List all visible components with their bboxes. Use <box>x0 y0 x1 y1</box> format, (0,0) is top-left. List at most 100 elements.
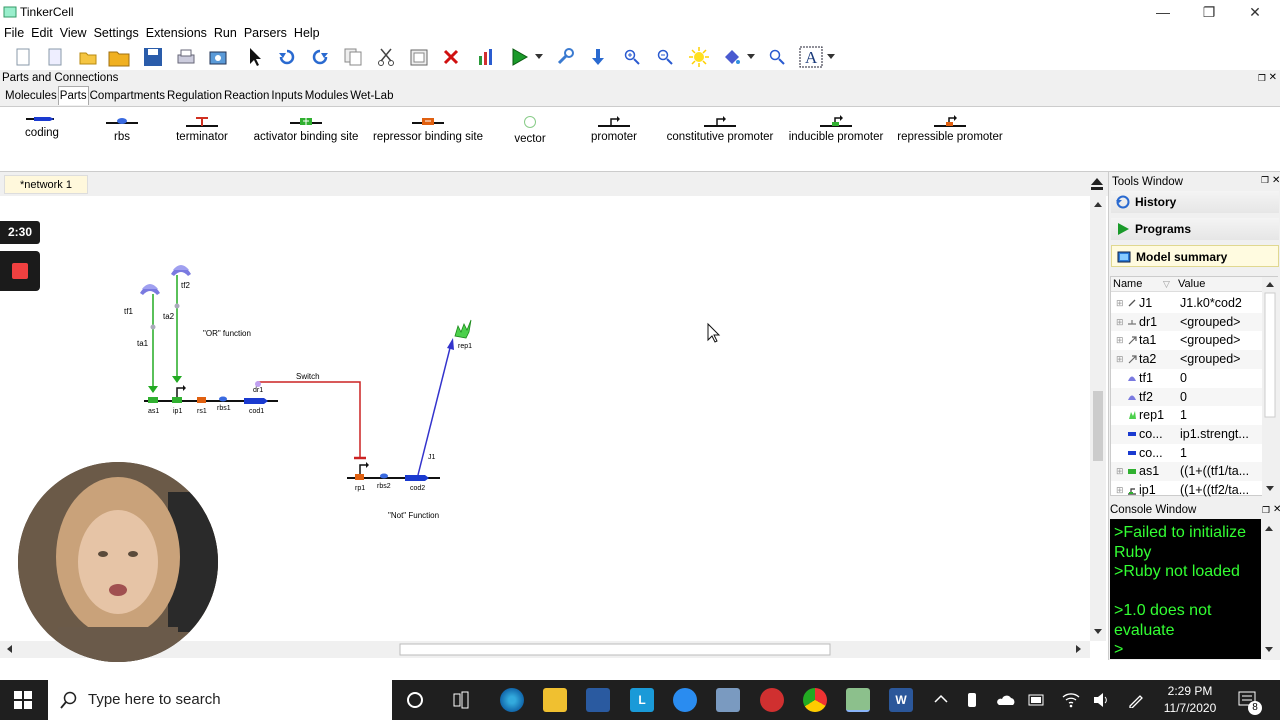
close-console-icon[interactable]: ✕ <box>1273 502 1280 518</box>
part-rbs2[interactable] <box>380 473 388 479</box>
menu-parsers[interactable]: Parsers <box>240 24 290 40</box>
pointer-icon[interactable] <box>244 46 266 68</box>
table-scrollbar[interactable] <box>1262 277 1278 497</box>
part-repressor-binding-site[interactable]: repressor binding site <box>372 115 484 143</box>
summary-row-value[interactable]: J1.k0*cod2 <box>1180 294 1262 312</box>
tab-molecules[interactable]: Molecules <box>4 87 58 105</box>
volume-icon[interactable] <box>1093 692 1111 708</box>
summary-row-value[interactable]: 0 <box>1180 388 1262 406</box>
close-panel-icon[interactable]: ✕ <box>1269 70 1277 86</box>
part-activator-binding-site[interactable]: activator binding site <box>252 115 360 143</box>
column-value[interactable]: Value <box>1178 277 1205 292</box>
float-panel-icon[interactable]: ❐ <box>1258 70 1266 86</box>
zoom-in-icon[interactable] <box>621 46 643 68</box>
summary-row[interactable]: ⊞ dr1 <grouped> <box>1111 312 1263 332</box>
summary-row[interactable]: ⊞ ta1 <grouped> <box>1111 331 1263 350</box>
tab-parts[interactable]: Parts <box>57 86 89 105</box>
part-rp1[interactable] <box>355 474 364 480</box>
find-icon[interactable] <box>766 46 788 68</box>
battery-icon[interactable] <box>1028 694 1046 706</box>
summary-row-value[interactable]: ip1.strengt... <box>1180 425 1262 443</box>
expand-icon[interactable]: ⊞ <box>1116 462 1124 480</box>
menu-view[interactable]: View <box>56 24 90 40</box>
word-icon[interactable]: W <box>889 688 913 712</box>
restore-button[interactable]: ❐ <box>1186 0 1232 24</box>
stop-recording-button[interactable] <box>0 251 40 291</box>
undo-icon[interactable] <box>276 46 298 68</box>
redo-icon[interactable] <box>309 46 331 68</box>
zoom-out-icon[interactable] <box>654 46 676 68</box>
new-file-icon[interactable] <box>12 46 34 68</box>
new-window-icon[interactable] <box>44 46 66 68</box>
summary-row[interactable]: tf1 0 <box>1111 369 1263 388</box>
ta2-midpoint[interactable] <box>174 303 180 309</box>
menu-settings[interactable]: Settings <box>90 24 142 40</box>
cut-icon[interactable] <box>375 46 397 68</box>
part-vector[interactable]: vector <box>510 115 550 145</box>
tinkercell-taskbar-icon[interactable] <box>846 688 870 712</box>
part-cod2[interactable] <box>405 475 429 481</box>
part-promoter[interactable]: promoter <box>588 115 640 143</box>
wifi-icon[interactable] <box>1062 692 1080 708</box>
part-ip1[interactable] <box>172 397 182 403</box>
print-icon[interactable] <box>175 46 197 68</box>
canvas-vertical-scrollbar[interactable] <box>1090 196 1106 641</box>
minimize-button[interactable]: — <box>1140 0 1186 24</box>
part-coding[interactable]: coding <box>22 115 62 139</box>
wrench-icon[interactable] <box>554 46 576 68</box>
show-hidden-icons-chevron[interactable] <box>934 694 948 704</box>
zoom-app-icon[interactable] <box>673 688 697 712</box>
paint-dropdown-icon[interactable] <box>745 46 757 68</box>
summary-row-value[interactable]: ((1+((tf1/ta... <box>1180 462 1262 480</box>
section-model-summary[interactable]: Model summary <box>1111 245 1279 267</box>
onedrive-icon[interactable] <box>996 693 1016 707</box>
task-view-icon[interactable] <box>453 691 473 709</box>
float-tools-icon[interactable]: ❐ <box>1261 175 1269 186</box>
float-console-icon[interactable]: ❐ <box>1262 502 1270 518</box>
expand-icon[interactable]: ⊞ <box>1116 313 1124 331</box>
expand-icon[interactable]: ⊞ <box>1116 331 1124 349</box>
summary-row[interactable]: tf2 0 <box>1111 387 1263 407</box>
screenshot-icon[interactable] <box>207 46 229 68</box>
section-programs[interactable]: Programs <box>1111 218 1279 240</box>
tab-network-1[interactable]: *network 1 <box>4 175 88 194</box>
paint-icon[interactable] <box>721 46 743 68</box>
summary-row-value[interactable]: <grouped> <box>1180 350 1262 368</box>
store-icon[interactable] <box>586 688 610 712</box>
paste-icon[interactable] <box>408 46 430 68</box>
menu-extensions[interactable]: Extensions <box>142 24 210 40</box>
tab-inputs[interactable]: Inputs <box>270 87 303 105</box>
copy-icon[interactable] <box>342 46 364 68</box>
tab-modules[interactable]: Modules <box>304 87 349 105</box>
tf1-node[interactable] <box>140 284 160 295</box>
lens-icon[interactable]: L <box>630 688 654 712</box>
console-output[interactable]: >Failed to initialize Ruby >Ruby not loa… <box>1110 519 1261 659</box>
summary-row[interactable]: co... 1 <box>1111 444 1263 463</box>
part-cod1[interactable] <box>244 398 268 404</box>
summary-row-value[interactable]: 1 <box>1180 444 1262 462</box>
part-repressible-promoter[interactable]: repressible promoter <box>896 115 1004 143</box>
usb-icon[interactable] <box>968 693 976 707</box>
summary-row[interactable]: ⊞ J1 J1.k0*cod2 <box>1111 294 1263 313</box>
pen-icon[interactable] <box>1128 692 1146 708</box>
snipping-tool-icon[interactable] <box>716 688 740 712</box>
part-as1[interactable] <box>148 397 158 403</box>
summary-row-value[interactable]: 1 <box>1180 406 1262 424</box>
system-clock[interactable]: 2:29 PM 11/7/2020 <box>1155 683 1225 717</box>
tab-reaction[interactable]: Reaction <box>223 87 270 105</box>
cortana-icon[interactable] <box>406 691 424 709</box>
recorder-app-icon[interactable] <box>760 688 784 712</box>
expand-icon[interactable]: ⊞ <box>1116 294 1124 312</box>
text-dropdown-icon[interactable] <box>825 46 837 68</box>
summary-row-value[interactable]: <grouped> <box>1180 331 1262 349</box>
part-inducible-promoter[interactable]: inducible promoter <box>786 115 886 143</box>
summary-row[interactable]: ⊞ ip1 ((1+((tf2/ta... <box>1111 481 1263 500</box>
expand-icon[interactable]: ⊞ <box>1116 481 1124 499</box>
summary-row[interactable]: rep1 1 <box>1111 406 1263 425</box>
chrome-icon[interactable] <box>803 688 827 712</box>
expand-icon[interactable]: ⊞ <box>1116 350 1124 368</box>
menu-file[interactable]: File <box>0 24 27 40</box>
console-scrollbar[interactable] <box>1261 519 1278 659</box>
eject-icon[interactable] <box>1090 177 1104 191</box>
menu-help[interactable]: Help <box>290 24 323 40</box>
